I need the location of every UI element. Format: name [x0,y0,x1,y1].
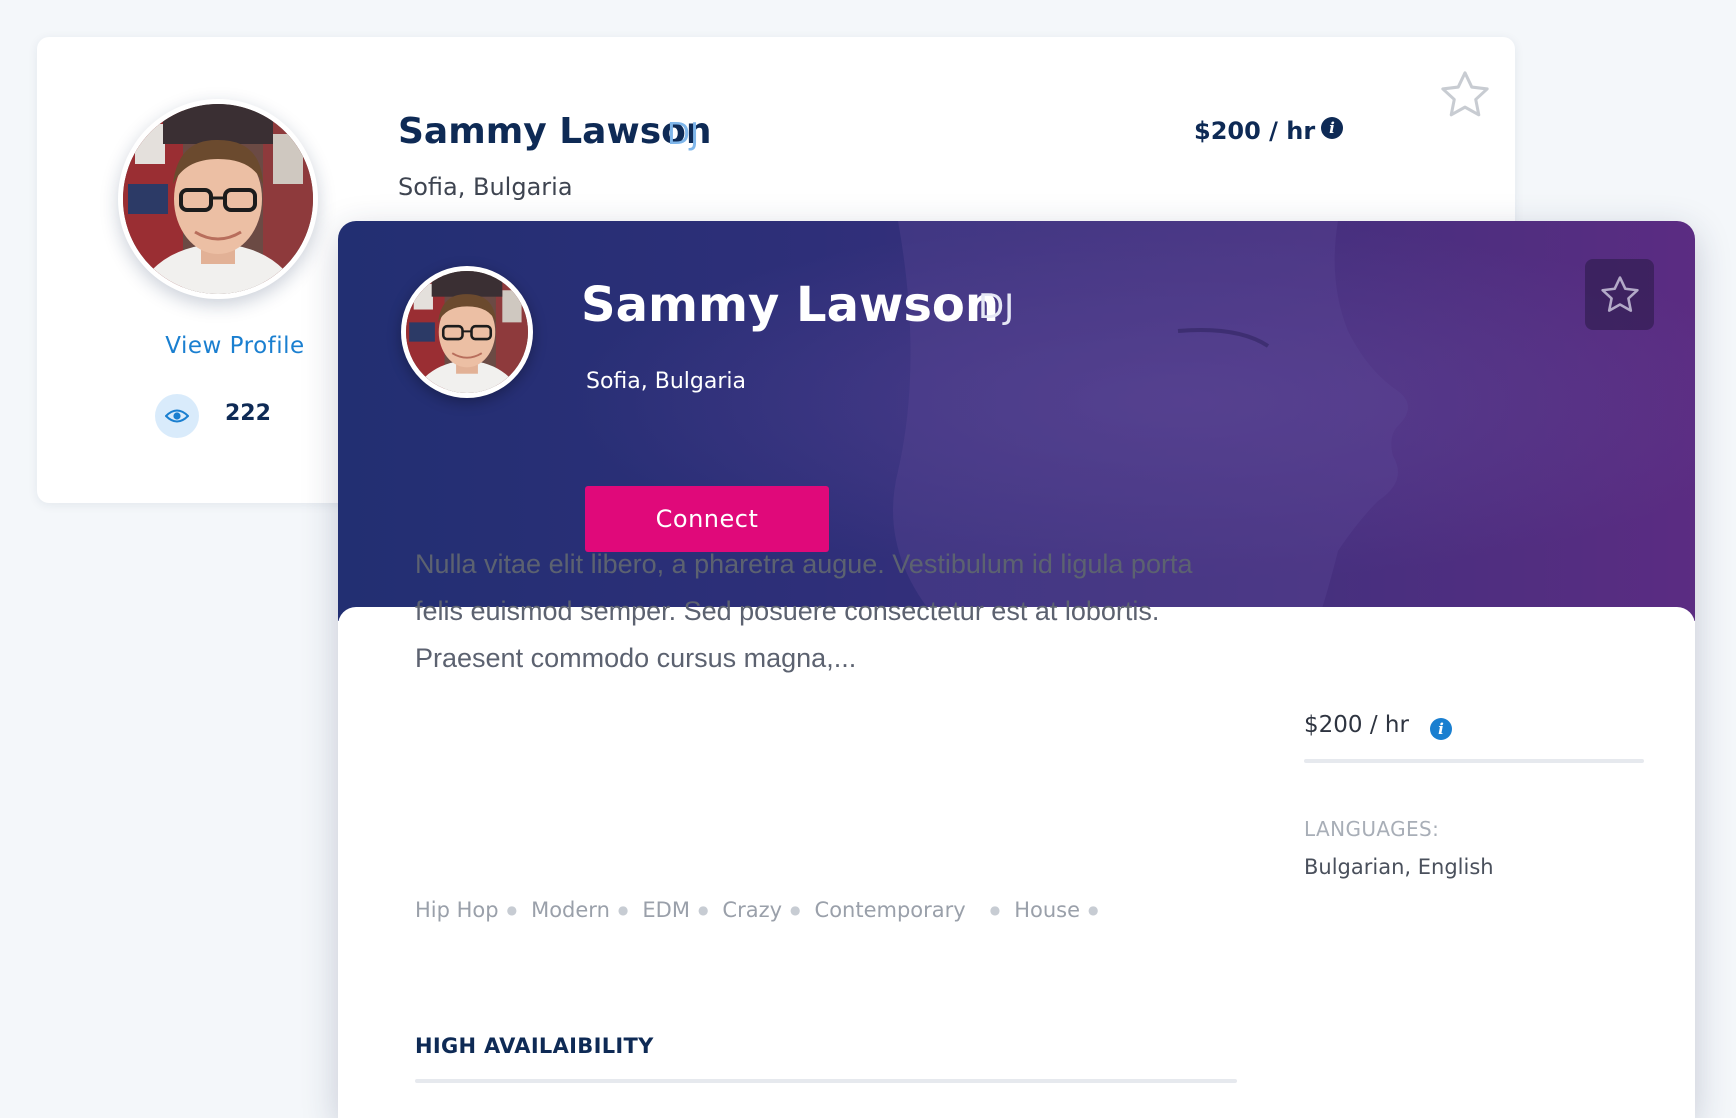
favorite-button[interactable] [1585,259,1654,330]
views-count: 222 [225,401,271,426]
hero-profile-name: Sammy Lawson [581,277,1000,333]
star-outline-icon[interactable] [1437,67,1493,123]
tag-separator: ● [989,903,1001,917]
tag-separator: ● [697,903,709,917]
hero-profile-role: DJ [978,287,1015,327]
hourly-rate: $200 / hr [1194,117,1316,145]
front-profile-card: Sammy Lawson DJ Sofia, Bulgaria Connect … [338,221,1695,1118]
hourly-rate: $200 / hr [1304,712,1409,738]
profile-location: Sofia, Bulgaria [398,173,573,201]
profile-name[interactable]: Sammy Lawson [398,111,712,152]
profile-description: Nulla vitae elit libero, a pharetra augu… [415,549,1193,673]
tag-separator: ● [506,903,518,917]
tag-separator: ● [617,903,629,917]
genre-tag[interactable]: House [1014,898,1080,922]
star-outline-icon [1600,275,1639,312]
genre-tag[interactable]: EDM [642,898,690,922]
info-icon[interactable]: i [1430,718,1452,740]
tag-separator: ● [790,903,801,917]
hero-profile-location: Sofia, Bulgaria [586,369,746,394]
avatar-photo [406,271,528,393]
availability-heading: HIGH AVAILAIBILITY [415,1034,654,1058]
avatar-photo [123,104,313,294]
info-icon[interactable]: i [1321,117,1343,139]
genre-tag[interactable]: Modern [531,898,610,922]
genre-tag[interactable]: Contemporary [815,898,966,922]
genre-tags: Hip Hop ● Modern ● EDM ● Crazy ● Contemporar… [415,898,1113,922]
genre-tag[interactable]: Crazy [722,898,782,922]
divider [415,1079,1237,1083]
genre-tag[interactable]: Hip Hop [415,898,499,922]
profile-role: DJ [667,117,699,152]
avatar[interactable] [118,99,318,299]
languages-value: Bulgarian, English [1304,855,1494,879]
divider [1304,759,1644,763]
avatar[interactable] [401,266,533,398]
languages-label: LANGUAGES: [1304,817,1440,841]
tag-separator: ● [1088,903,1099,917]
view-profile-link[interactable]: View Profile [150,333,320,359]
eye-icon [155,394,199,438]
